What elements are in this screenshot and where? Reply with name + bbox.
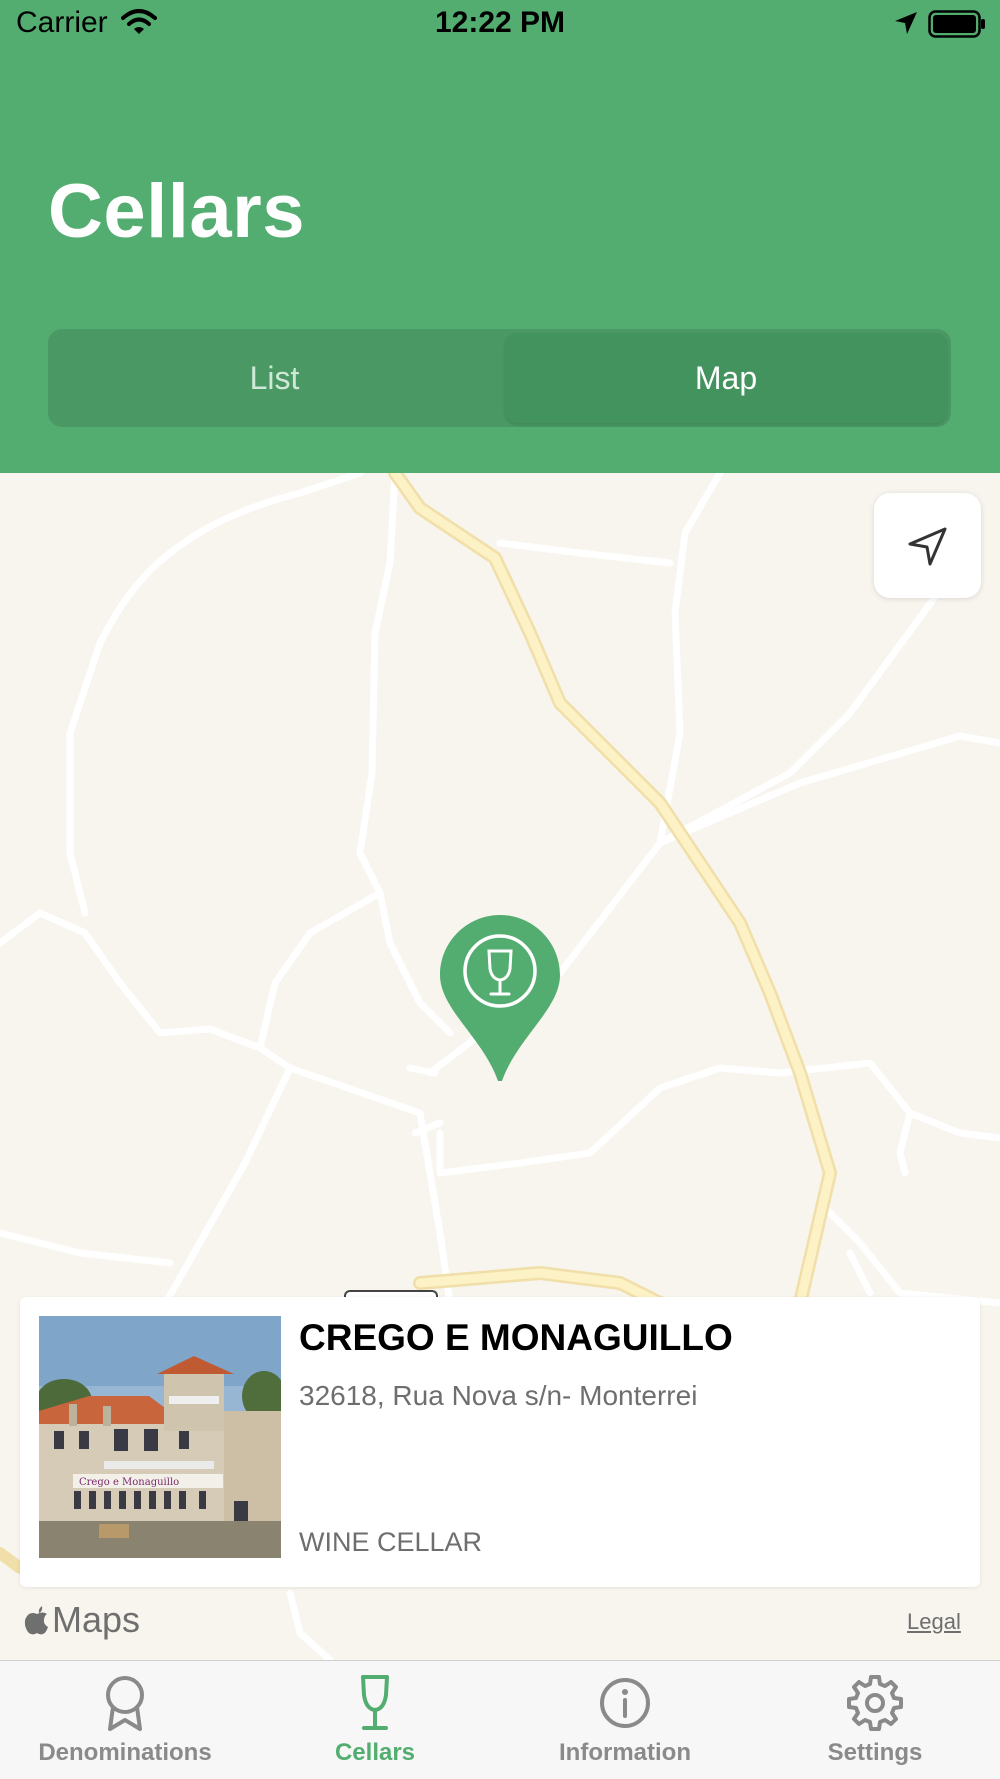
view-mode-segmented-control: List Map <box>48 329 951 427</box>
tab-label: Cellars <box>334 1739 416 1766</box>
locate-me-button[interactable] <box>874 493 981 598</box>
apple-maps-logo: Maps <box>24 1599 140 1641</box>
cellar-address: 32618, Rua Nova s/n- Monterrei <box>299 1380 698 1411</box>
status-bar: Carrier 12:22 PM <box>0 0 1000 50</box>
tab-label: Denominations <box>38 1739 212 1766</box>
tab-cellars[interactable]: Cellars <box>250 1661 500 1779</box>
cellar-type: WINE CELLAR <box>299 1527 483 1557</box>
photo-sign-text: Crego e Monaguillo <box>79 1477 179 1488</box>
award-ribbon-icon <box>106 1676 144 1731</box>
battery-icon <box>928 10 985 38</box>
gear-icon <box>847 1675 903 1731</box>
segment-map[interactable]: Map <box>505 333 947 423</box>
tab-settings[interactable]: Settings <box>750 1661 1000 1779</box>
cellar-map-pin[interactable] <box>438 913 562 1083</box>
maps-attribution: Maps <box>52 1599 141 1640</box>
cellar-name: CREGO E MONAGUILLO <box>299 1317 733 1358</box>
location-services-icon <box>895 12 917 34</box>
status-time: 12:22 PM <box>434 6 566 39</box>
apple-logo-icon <box>24 1606 48 1635</box>
tab-label: Settings <box>827 1739 923 1766</box>
map-view[interactable]: Crego e Monaguillo CREGO E MONAGUILLO 32… <box>0 473 1000 1660</box>
tab-bar: Denominations Cellars Information Settin… <box>0 1660 1000 1778</box>
cellar-photo: Crego e Monaguillo <box>39 1316 281 1558</box>
segment-list[interactable]: List <box>48 329 501 427</box>
location-arrow-icon <box>908 527 946 565</box>
tab-label: Information <box>559 1739 691 1766</box>
cellar-callout-card[interactable]: Crego e Monaguillo CREGO E MONAGUILLO 32… <box>20 1297 980 1587</box>
tab-denominations[interactable]: Denominations <box>0 1661 250 1779</box>
page-title: Cellars <box>48 169 305 254</box>
tab-information[interactable]: Information <box>500 1661 750 1779</box>
wine-glass-icon <box>361 1675 389 1730</box>
header: Carrier 12:22 PM Cellars List Map <box>0 0 1000 473</box>
info-circle-icon <box>600 1678 650 1728</box>
legal-link[interactable]: Legal <box>907 1609 961 1635</box>
